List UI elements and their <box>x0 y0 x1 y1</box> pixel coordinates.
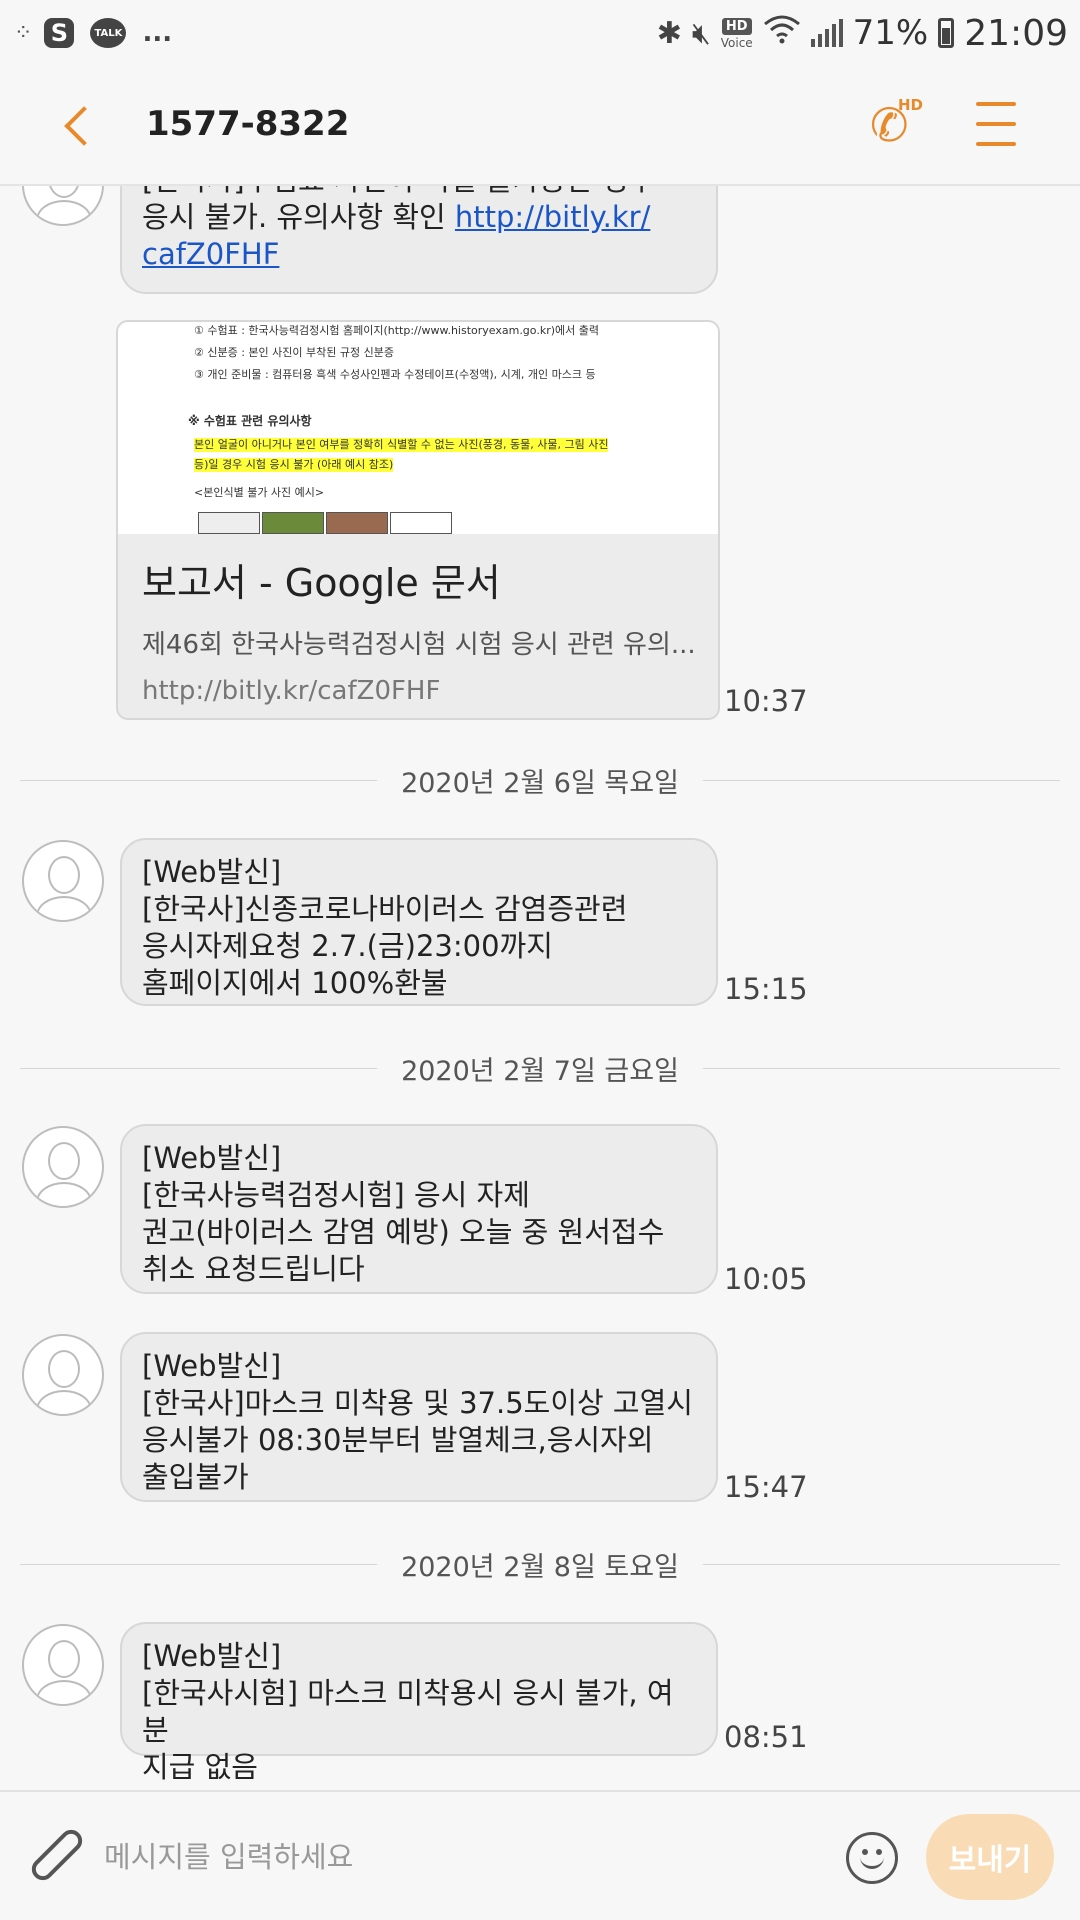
doc-line: <본인식별 불가 사진 예시> <box>194 486 325 499</box>
cell-signal-icon <box>810 19 843 47</box>
doc-line: ③ 개인 준비물 : 컴퓨터용 흑색 수성사인펜과 수정테이프(수정액), 시계… <box>194 368 596 381</box>
sender-avatar[interactable] <box>22 186 104 226</box>
send-button[interactable]: 보내기 <box>926 1814 1054 1900</box>
message-text: [Web발신] [한국사]마스크 미착용 및 37.5도이상 고열시 응시불가 … <box>142 1349 693 1494</box>
status-bar: ⁘ S TALK ... ✱ 🔇︎ HD Voice 71% 21:09 <box>0 0 1080 66</box>
message-list[interactable]: [한국사]수험표 사진이 식별 불가능한 경우 응시 불가. 유의사항 확인 h… <box>0 186 1080 1790</box>
date-separator: 2020년 2월 8일 토요일 <box>20 1544 1060 1584</box>
message-input[interactable] <box>104 1832 704 1882</box>
message-bubble[interactable]: [Web발신] [한국사]신종코로나바이러스 감염증관련 응시자제요청 2.7.… <box>120 838 718 1006</box>
page-title: 1577-8322 <box>146 104 350 144</box>
samsung-app-icon: S <box>44 18 75 48</box>
menu-button[interactable] <box>976 102 1016 146</box>
more-notifications-icon: ... <box>142 18 173 48</box>
link-preview-url: http://bitly.kr/cafZ0FHF <box>142 676 441 706</box>
system-icons: ✱ 🔇︎ HD Voice 71% 21:09 <box>657 10 1068 56</box>
message-time: 10:37 <box>724 684 808 718</box>
message-time: 15:47 <box>724 1470 808 1504</box>
date-label: 2020년 2월 6일 목요일 <box>377 760 703 800</box>
paperclip-icon <box>27 1825 87 1885</box>
message-text: [Web발신] [한국사]신종코로나바이러스 감염증관련 응시자제요청 2.7.… <box>142 855 628 1000</box>
message-bubble[interactable]: [Web발신] [한국사능력검정시험] 응시 자제 권고(바이러스 감염 예방)… <box>120 1124 718 1294</box>
date-label: 2020년 2월 8일 토요일 <box>377 1544 703 1584</box>
link-preview-title: 보고서 - Google 문서 <box>142 561 501 605</box>
doc-line: ② 신분증 : 본인 사진이 부착된 규정 신분증 <box>194 346 394 359</box>
clock: 21:09 <box>964 12 1068 54</box>
wifi-icon <box>763 14 801 52</box>
doc-line: ① 수험표 : 한국사능력검정시험 홈페이지(http://www.histor… <box>194 324 599 337</box>
menu-icon-line <box>976 102 1016 106</box>
message-bubble[interactable]: [한국사]수험표 사진이 식별 불가능한 경우 응시 불가. 유의사항 확인 h… <box>120 186 718 294</box>
example-photos <box>198 512 452 534</box>
bluetooth-icon: ✱ <box>656 15 682 51</box>
link-preview-description: 제46회 한국사능력검정시험 시험 응시 관련 유의... <box>142 630 696 660</box>
doc-line: 등)일 경우 시험 응시 불가 (아래 예시 참조) <box>194 458 394 472</box>
message-time: 08:51 <box>724 1720 808 1754</box>
compose-bar: 보내기 <box>0 1790 1080 1920</box>
doc-line: 본인 얼굴이 아니거나 본인 여부를 정확히 식별할 수 없는 사진(풍경, 동… <box>194 438 609 452</box>
mute-icon: 🔇︎ <box>691 15 711 51</box>
sender-avatar[interactable] <box>22 1334 104 1416</box>
date-separator: 2020년 2월 7일 금요일 <box>20 1048 1060 1088</box>
hd-voice-badge: HD <box>721 17 752 35</box>
message-text: [Web발신] [한국사시험] 마스크 미착용시 응시 불가, 여분 지급 없음 <box>142 1639 674 1784</box>
menu-icon-line <box>976 122 1016 126</box>
conversation-header: 1577-8322 ✆ HD <box>0 66 1080 186</box>
hd-voice-label: Voice <box>720 35 753 50</box>
sender-avatar[interactable] <box>22 840 104 922</box>
hd-voice-icon: HD Voice <box>720 17 753 50</box>
battery-percent: 71% <box>852 13 929 53</box>
message-bubble[interactable]: [Web발신] [한국사시험] 마스크 미착용시 응시 불가, 여분 지급 없음 <box>120 1622 718 1784</box>
notification-icons: ⁘ S TALK ... <box>14 12 172 54</box>
back-button[interactable] <box>48 96 108 156</box>
chevron-left-icon <box>64 106 104 146</box>
message-text: [Web발신] [한국사능력검정시험] 응시 자제 권고(바이러스 감염 예방)… <box>142 1141 665 1286</box>
sender-avatar[interactable] <box>22 1624 104 1706</box>
date-label: 2020년 2월 7일 금요일 <box>377 1048 703 1088</box>
message-time: 10:05 <box>724 1262 808 1296</box>
sender-avatar[interactable] <box>22 1126 104 1208</box>
kakaotalk-icon: TALK <box>90 18 127 48</box>
message-time: 15:15 <box>724 972 808 1006</box>
smiley-icon-mouth <box>860 1855 884 1869</box>
link-preview-thumbnail: ① 수험표 : 한국사능력검정시험 홈페이지(http://www.histor… <box>118 322 718 534</box>
message-bubble[interactable]: [Web발신] [한국사]마스크 미착용 및 37.5도이상 고열시 응시불가 … <box>120 1332 718 1502</box>
battery-icon <box>938 18 955 48</box>
app-notification-icon: ⁘ <box>14 20 33 46</box>
date-separator: 2020년 2월 6일 목요일 <box>20 760 1060 800</box>
call-button[interactable]: ✆ HD <box>862 96 932 156</box>
emoji-button[interactable] <box>846 1832 898 1884</box>
call-hd-label: HD <box>898 96 924 114</box>
menu-icon-line <box>976 142 1016 146</box>
link-preview-card[interactable]: ① 수험표 : 한국사능력검정시험 홈페이지(http://www.histor… <box>116 320 720 720</box>
doc-line: ※ 수험표 관련 유의사항 <box>188 414 312 428</box>
attach-button[interactable] <box>26 1822 87 1886</box>
